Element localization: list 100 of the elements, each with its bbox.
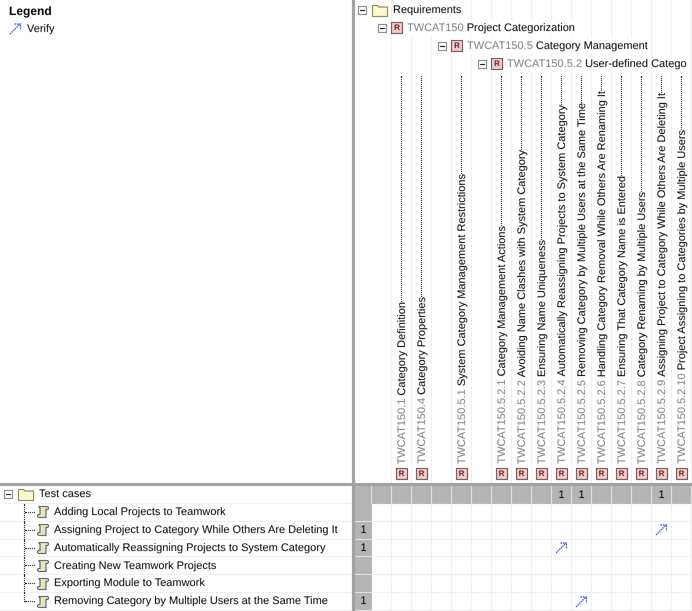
test-case-label[interactable]: Removing Category by Multiple Users at the Same Time <box>54 593 328 610</box>
requirement-label: TWCAT150.5.2.8 Category Renaming by Multiple Users <box>634 192 648 464</box>
matrix-cell[interactable] <box>372 575 392 594</box>
count-cell <box>432 486 452 504</box>
requirement-label: TWCAT150.5.2.5 Removing Category by Multiple Users at the Same Time <box>574 102 588 464</box>
matrix-cell[interactable] <box>472 504 492 522</box>
requirement-icon: R <box>556 468 568 480</box>
tree-label[interactable]: TWCAT150 Project Categorization <box>407 20 575 36</box>
requirement-icon: R <box>491 58 503 70</box>
matrix-cell[interactable] <box>512 504 532 522</box>
test-case-icon <box>36 558 50 573</box>
count-cell: 1 <box>552 486 572 504</box>
verify-arrow-icon <box>555 542 568 554</box>
folder-icon <box>372 4 388 16</box>
header-cell <box>355 486 372 504</box>
requirement-icon: R <box>596 468 608 480</box>
matrix-cell[interactable] <box>372 557 392 576</box>
count-cell <box>355 504 372 522</box>
collapse-toggle-icon[interactable] <box>438 42 447 50</box>
count-cell <box>512 486 532 504</box>
count-cell: 1 <box>572 486 592 504</box>
matrix-cell[interactable] <box>572 593 592 611</box>
matrix-cell[interactable] <box>612 504 632 522</box>
count-cell <box>355 575 372 594</box>
requirement-label: TWCAT150.5.2.2 Avoiding Name Clashes with System Category <box>514 150 528 464</box>
requirement-icon: R <box>496 468 508 480</box>
count-cell: 1 <box>355 593 372 611</box>
test-case-label[interactable]: Exporting Module to Teamwork <box>54 575 205 592</box>
matrix-cell[interactable] <box>652 504 672 522</box>
matrix-cell[interactable] <box>432 504 452 522</box>
folder-icon <box>18 488 34 501</box>
count-cell: 1 <box>652 486 672 504</box>
matrix-cell[interactable] <box>452 504 472 522</box>
requirement-icon: R <box>451 40 463 52</box>
test-case-label[interactable]: Creating New Teamwork Projects <box>54 558 216 574</box>
test-case-label[interactable]: Assigning Project to Category While Others Are Deleting It <box>54 522 338 538</box>
requirement-label: TWCAT150.5.2.6 Handling Category Removal While Others Are Renaming It <box>594 90 608 464</box>
count-cell <box>492 486 512 504</box>
requirement-icon: R <box>536 468 548 480</box>
requirement-label: TWCAT150.5.2.4 Automatically Reassigning Projects to System Category <box>554 105 568 464</box>
collapse-toggle-icon[interactable] <box>378 24 387 32</box>
test-case-icon <box>36 505 50 520</box>
test-case-icon <box>36 541 50 555</box>
requirement-label: TWCAT150.5.2.1 Category Management Actions <box>494 226 508 464</box>
collapse-toggle-icon[interactable] <box>4 490 13 499</box>
count-cell <box>412 486 432 504</box>
requirement-icon: R <box>516 468 528 480</box>
tree-label[interactable]: Requirements <box>393 2 462 18</box>
matrix-cell[interactable] <box>532 504 552 522</box>
matrix-cell[interactable] <box>392 504 412 522</box>
verify-arrow-icon <box>9 23 22 35</box>
count-cell <box>452 486 472 504</box>
collapse-toggle-icon[interactable] <box>358 6 367 14</box>
test-case-icon <box>36 594 50 609</box>
matrix-cell[interactable] <box>372 540 392 558</box>
tree-label[interactable]: TWCAT150.5.2 User-defined Catego <box>507 56 687 72</box>
count-cell <box>372 486 392 504</box>
count-cell: 1 <box>355 540 372 558</box>
matrix-cell[interactable] <box>372 593 392 611</box>
count-cell <box>472 486 492 504</box>
requirement-label: TWCAT150.5.2.3 Ensuring Name Uniqueness <box>534 240 548 464</box>
count-cell <box>632 486 652 504</box>
matrix-cell[interactable] <box>672 504 692 522</box>
requirement-icon: R <box>391 22 403 34</box>
requirement-label: TWCAT150.5.2.10 Project Assigning to Categories by Multiple Users <box>674 130 688 464</box>
requirement-icon: R <box>576 468 588 480</box>
matrix-cell[interactable] <box>412 504 432 522</box>
collapse-toggle-icon[interactable] <box>478 60 487 68</box>
tree-label[interactable]: Test cases <box>39 486 91 503</box>
legend-title: Legend <box>9 3 53 19</box>
matrix-cell[interactable] <box>552 504 572 522</box>
matrix-cell[interactable] <box>492 504 512 522</box>
matrix-cell[interactable] <box>652 522 672 540</box>
test-case-label[interactable]: Automatically Reassigning Projects to System Category <box>54 540 326 556</box>
verify-arrow-icon <box>655 524 668 536</box>
requirement-icon: R <box>636 468 648 480</box>
requirement-label: TWCAT150.4 Category Properties <box>414 297 428 464</box>
matrix-cell[interactable] <box>552 540 572 558</box>
verify-arrow-icon <box>575 596 588 608</box>
requirement-icon: R <box>616 468 628 480</box>
test-case-label[interactable]: Adding Local Projects to Teamwork <box>54 504 226 521</box>
requirement-icon: R <box>656 468 668 480</box>
requirement-label: TWCAT150.5.2.9 Assigning Project to Category While Others Are Deleting It <box>654 93 668 464</box>
matrix-cell[interactable] <box>372 504 392 522</box>
matrix-cell[interactable] <box>572 504 592 522</box>
count-cell: 1 <box>355 522 372 540</box>
matrix-cell[interactable] <box>592 504 612 522</box>
test-case-icon <box>36 576 50 591</box>
requirement-label: TWCAT150.1 Category Definition <box>394 302 408 464</box>
count-cell <box>672 486 692 504</box>
requirement-icon: R <box>456 468 468 480</box>
matrix-cell[interactable] <box>632 504 652 522</box>
test-case-icon <box>36 523 50 538</box>
count-cell <box>392 486 412 504</box>
tree-label[interactable]: TWCAT150.5 Category Management <box>467 38 648 54</box>
requirement-icon: R <box>396 468 408 480</box>
count-cell <box>532 486 552 504</box>
count-cell <box>592 486 612 504</box>
matrix-cell[interactable] <box>372 522 392 540</box>
legend-label: Verify <box>27 22 55 37</box>
